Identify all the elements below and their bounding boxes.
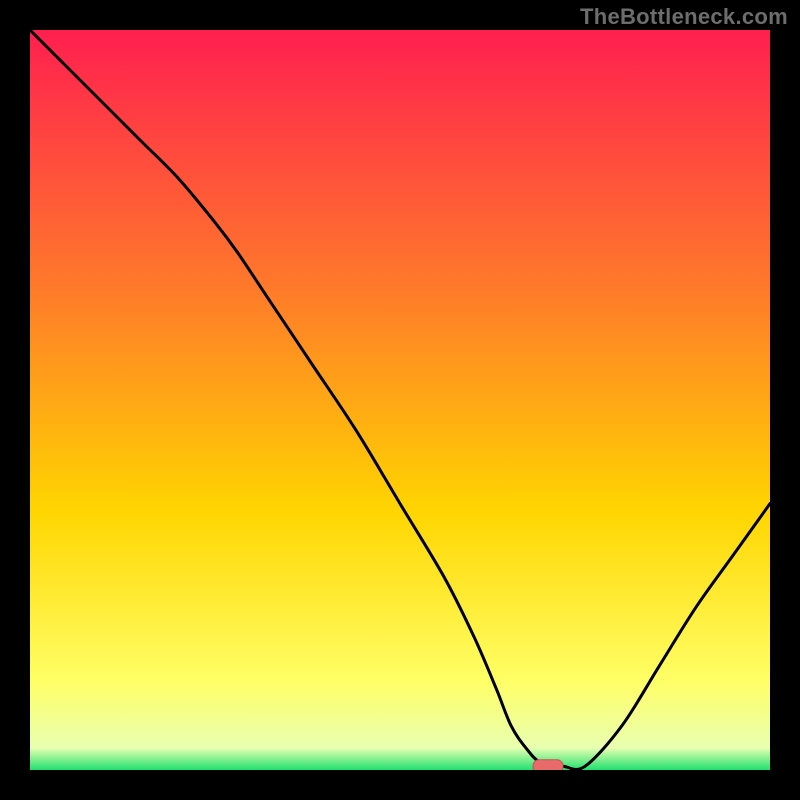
bottleneck-chart bbox=[30, 30, 770, 770]
current-config-marker bbox=[533, 760, 563, 770]
chart-container: TheBottleneck.com bbox=[0, 0, 800, 800]
watermark-text: TheBottleneck.com bbox=[580, 4, 788, 30]
